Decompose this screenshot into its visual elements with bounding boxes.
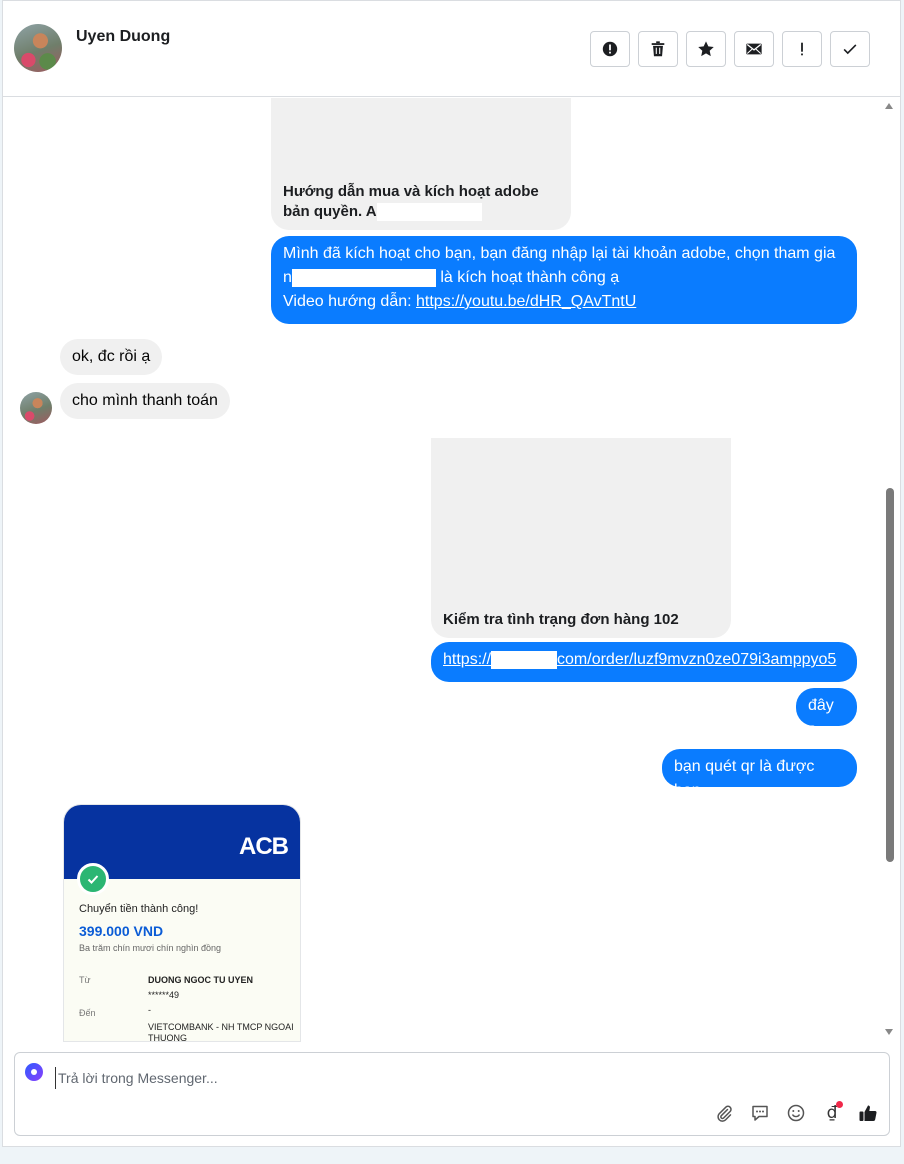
success-check-icon: [77, 863, 109, 895]
messenger-icon: [25, 1063, 43, 1081]
outgoing-message[interactable]: https:// com/order/luzf9mvzn0ze079i3amppy…: [431, 642, 857, 682]
reply-composer: ₫: [14, 1052, 890, 1136]
redacted-area: [491, 650, 558, 669]
like-button[interactable]: [856, 1101, 880, 1125]
contact-avatar[interactable]: [14, 24, 62, 72]
message-text: n: [283, 269, 292, 286]
reply-input[interactable]: [55, 1067, 755, 1089]
check-icon: [843, 44, 857, 55]
link-preview-title-line: bản quyền. A: [283, 203, 377, 220]
message-thread[interactable]: Hướng dẫn mua và kích hoạt adobe bản quy…: [3, 98, 900, 1042]
redacted-area: [376, 203, 482, 222]
paperclip-icon: [717, 1105, 732, 1122]
envelope-icon: [746, 43, 762, 55]
outgoing-message[interactable]: bạn quét qr là được bạn: [662, 749, 857, 799]
star-button[interactable]: [686, 31, 726, 67]
message-text: Mình đã kích hoạt cho bạn, bạn đăng nhập…: [283, 245, 836, 262]
outgoing-message[interactable]: đây ạ: [796, 688, 857, 738]
incoming-message[interactable]: cho mình thanh toán: [60, 383, 230, 419]
smile-icon: [787, 1104, 805, 1122]
sender-avatar: [20, 392, 52, 424]
message-text: bạn quét qr là được bạn: [674, 758, 815, 799]
link-preview-card[interactable]: Hướng dẫn mua và kích hoạt adobe bản quy…: [271, 98, 571, 230]
messenger-panel: Uyen Duong Hướng dẫn mua và kích hoạt ad…: [2, 0, 901, 1147]
saved-replies-button[interactable]: [748, 1101, 772, 1125]
link-text: https://: [443, 651, 492, 668]
receipt-from-label: Từ: [79, 975, 91, 985]
receipt-to-bank: VIETCOMBANK - NH TMCP NGOAI: [148, 1022, 294, 1032]
chat-bubble-icon: [752, 1105, 768, 1121]
receipt-to-label: Đến: [79, 1008, 96, 1018]
order-link[interactable]: https:// com/order/luzf9mvzn0ze079i3amppy…: [443, 650, 837, 669]
trash-icon: [651, 41, 665, 57]
alert-circle-icon: [602, 41, 618, 57]
thumbs-up-icon: [859, 1105, 877, 1122]
exclamation-icon: [801, 42, 803, 56]
receipt-to-account: -: [148, 1005, 151, 1015]
video-link[interactable]: https://youtu.be/dHR_QAvTntU: [416, 293, 636, 310]
receipt-from-account: ******49: [148, 990, 180, 1000]
message-text: Video hướng dẫn:: [283, 293, 417, 310]
receipt-amount-words: Ba trăm chín mươi chín nghìn đồng: [79, 943, 222, 953]
mark-unread-button[interactable]: [734, 31, 774, 67]
acb-logo: ACB: [239, 833, 289, 860]
contact-name[interactable]: Uyen Duong: [76, 28, 170, 46]
link-text: com/order/luzf9mvzn0ze079i3amppyo5: [557, 651, 837, 668]
star-icon: [698, 41, 714, 57]
payment-button[interactable]: ₫: [820, 1101, 844, 1125]
attach-button[interactable]: [712, 1101, 736, 1125]
message-text: cho mình thanh toán: [72, 392, 218, 409]
receipt-amount: 399.000 VND: [79, 923, 164, 939]
emoji-button[interactable]: [784, 1101, 808, 1125]
scrollbar-thumb[interactable]: [886, 488, 894, 862]
incoming-message[interactable]: ok, đc rồi ạ: [60, 339, 163, 375]
scroll-up-arrow-icon[interactable]: [885, 103, 893, 109]
scrollbar[interactable]: [885, 98, 898, 1042]
scroll-down-arrow-icon[interactable]: [885, 1029, 893, 1035]
outgoing-message[interactable]: Mình đã kích hoạt cho bạn, bạn đăng nhập…: [271, 236, 857, 324]
message-text: là kích hoạt thành công ạ: [435, 269, 620, 286]
link-preview-title-line: Hướng dẫn mua và kích hoạt adobe: [283, 183, 539, 200]
notification-dot: [836, 1101, 843, 1108]
important-button[interactable]: [782, 31, 822, 67]
report-button[interactable]: [590, 31, 630, 67]
done-button[interactable]: [830, 31, 870, 67]
redacted-area: [291, 268, 436, 287]
receipt-from-name: DUONG NGOC TU UYEN: [148, 975, 254, 985]
receipt-to-bank: THUONG: [148, 1033, 187, 1042]
message-text: đây ạ: [808, 697, 834, 738]
order-preview-title: Kiểm tra tình trạng đơn hàng 102: [443, 611, 679, 628]
order-preview-card[interactable]: Kiểm tra tình trạng đơn hàng 102: [431, 438, 731, 638]
conversation-header: Uyen Duong: [3, 1, 900, 97]
delete-button[interactable]: [638, 31, 678, 67]
receipt-title: Chuyển tiền thành công!: [79, 903, 199, 915]
link-preview-title: Hướng dẫn mua và kích hoạt adobe bản quy…: [283, 182, 539, 222]
payment-receipt-image[interactable]: ACB Chuyển tiền thành công! 399.000 VND …: [63, 804, 301, 1042]
message-text: ok, đc rồi ạ: [72, 348, 151, 365]
